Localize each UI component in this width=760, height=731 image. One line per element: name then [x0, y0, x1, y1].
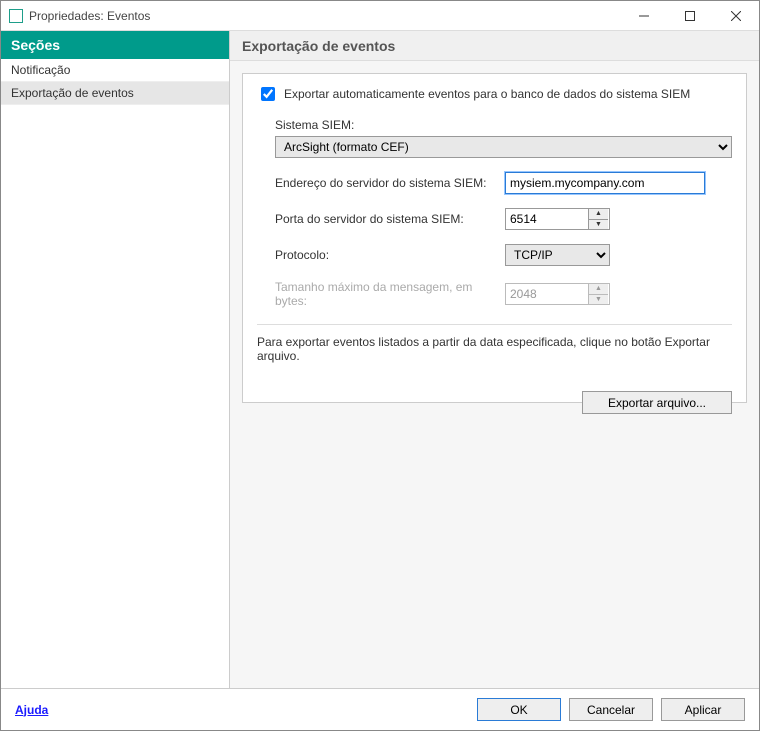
close-button[interactable]: [713, 1, 759, 31]
maximize-button[interactable]: [667, 1, 713, 31]
body: Seções Notificação Exportação de eventos…: [1, 31, 759, 688]
max-msg-row: Tamanho máximo da mensagem, em bytes: ▲ …: [275, 280, 732, 308]
close-icon: [731, 11, 741, 21]
protocol-label: Protocolo:: [275, 248, 505, 262]
app-icon: [9, 9, 23, 23]
sidebar-item-label: Notificação: [11, 63, 70, 77]
spin-up-icon[interactable]: ▲: [589, 209, 608, 219]
cancel-button[interactable]: Cancelar: [569, 698, 653, 721]
siem-system-select[interactable]: ArcSight (formato CEF): [275, 136, 732, 158]
auto-export-label: Exportar automaticamente eventos para o …: [284, 87, 690, 101]
auto-export-checkbox[interactable]: [261, 87, 275, 101]
sidebar: Seções Notificação Exportação de eventos: [1, 31, 230, 688]
apply-button[interactable]: Aplicar: [661, 698, 745, 721]
spin-down-icon: ▼: [589, 294, 608, 305]
minimize-icon: [639, 11, 649, 21]
content: Exportação de eventos Exportar automatic…: [230, 31, 759, 688]
export-hint: Para exportar eventos listados a partir …: [257, 335, 732, 363]
max-msg-input: [506, 284, 588, 304]
server-address-label: Endereço do servidor do sistema SIEM:: [275, 176, 505, 190]
sidebar-item-notification[interactable]: Notificação: [1, 59, 229, 82]
divider: [257, 324, 732, 325]
titlebar: Propriedades: Eventos: [1, 1, 759, 31]
window-title: Propriedades: Eventos: [29, 9, 150, 23]
server-address-input[interactable]: [505, 172, 705, 194]
sidebar-item-label: Exportação de eventos: [11, 86, 134, 100]
settings-panel: Exportar automaticamente eventos para o …: [242, 73, 747, 403]
auto-export-row: Exportar automaticamente eventos para o …: [257, 84, 732, 104]
help-link[interactable]: Ajuda: [15, 703, 48, 717]
server-port-spinner[interactable]: ▲ ▼: [505, 208, 610, 230]
spin-down-icon[interactable]: ▼: [589, 219, 608, 230]
max-msg-spinner: ▲ ▼: [505, 283, 610, 305]
content-header: Exportação de eventos: [230, 31, 759, 61]
server-port-label: Porta do servidor do sistema SIEM:: [275, 212, 505, 226]
max-msg-label: Tamanho máximo da mensagem, em bytes:: [275, 280, 505, 308]
server-address-row: Endereço do servidor do sistema SIEM:: [275, 172, 732, 194]
ok-button[interactable]: OK: [477, 698, 561, 721]
server-port-input[interactable]: [506, 209, 588, 229]
spin-up-icon: ▲: [589, 284, 608, 294]
siem-block: Sistema SIEM: ArcSight (formato CEF) End…: [275, 118, 732, 308]
export-file-button[interactable]: Exportar arquivo...: [582, 391, 732, 414]
minimize-button[interactable]: [621, 1, 667, 31]
server-port-row: Porta do servidor do sistema SIEM: ▲ ▼: [275, 208, 732, 230]
bottom-bar: Ajuda OK Cancelar Aplicar: [1, 688, 759, 730]
maximize-icon: [685, 11, 695, 21]
siem-system-label: Sistema SIEM:: [275, 118, 732, 132]
protocol-select[interactable]: TCP/IP: [505, 244, 610, 266]
protocol-row: Protocolo: TCP/IP: [275, 244, 732, 266]
sidebar-header: Seções: [1, 31, 229, 59]
sidebar-item-event-export[interactable]: Exportação de eventos: [1, 82, 229, 105]
window: Propriedades: Eventos Seções Notificação…: [0, 0, 760, 731]
